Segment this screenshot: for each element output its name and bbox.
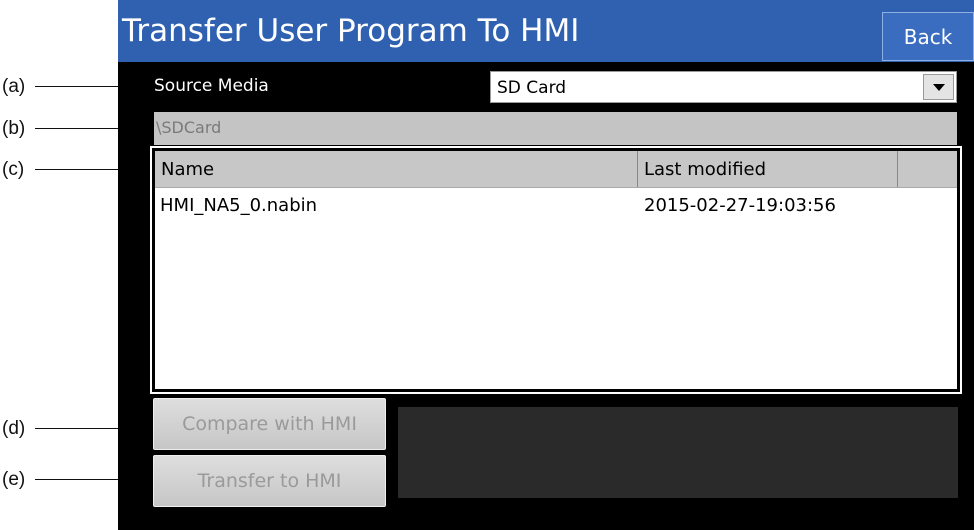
path-text: \SDCard	[156, 118, 222, 137]
transfer-to-hmi-button[interactable]: Transfer to HMI	[153, 455, 386, 507]
file-name-cell: HMI_NA5_0.nabin	[160, 195, 318, 216]
callout-c-label: (c)	[2, 159, 25, 180]
column-header-last-modified[interactable]: Last modified	[638, 151, 898, 187]
callout-a-label: (a)	[2, 76, 26, 97]
file-list-header: Name Last modified	[155, 151, 957, 188]
page-title: Transfer User Program To HMI	[122, 13, 580, 49]
callout-d-label: (d)	[2, 418, 26, 439]
source-media-dropdown[interactable]: SD Card	[490, 71, 957, 103]
file-modified-cell: 2015-02-27-19:03:56	[644, 195, 836, 216]
compare-with-hmi-button[interactable]: Compare with HMI	[153, 398, 386, 450]
message-area	[398, 407, 958, 498]
back-button[interactable]: Back	[882, 12, 974, 61]
callout-b-label: (b)	[2, 118, 26, 139]
file-row[interactable]: HMI_NA5_0.nabin 2015-02-27-19:03:56	[155, 191, 957, 223]
column-header-empty	[898, 151, 959, 187]
source-media-value: SD Card	[497, 78, 567, 98]
column-header-name[interactable]: Name	[155, 151, 638, 187]
file-list[interactable]: Name Last modified HMI_NA5_0.nabin 2015-…	[150, 146, 962, 394]
path-display: \SDCard	[154, 112, 957, 145]
file-list-body: Name Last modified HMI_NA5_0.nabin 2015-…	[155, 151, 957, 389]
dropdown-arrow-button[interactable]	[923, 74, 954, 100]
title-bar: Transfer User Program To HMI Back	[118, 0, 974, 62]
chevron-down-icon	[932, 83, 945, 91]
source-media-label: Source Media	[154, 76, 269, 96]
hmi-screen: Transfer User Program To HMI Back Source…	[118, 0, 974, 530]
callout-e-label: (e)	[2, 469, 26, 490]
